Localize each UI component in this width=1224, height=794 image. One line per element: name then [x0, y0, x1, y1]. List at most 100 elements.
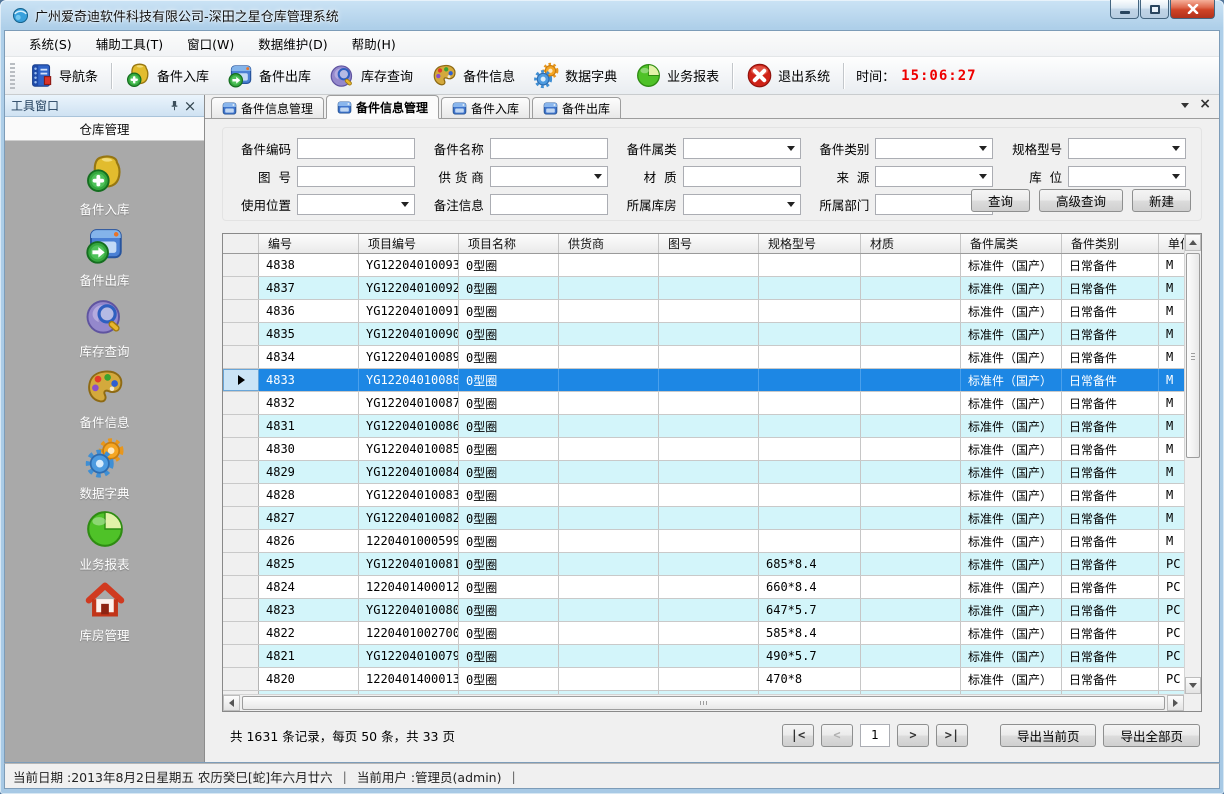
field-input[interactable]: [490, 194, 608, 215]
row-selector[interactable]: [223, 415, 259, 437]
column-header-1[interactable]: 项目编号: [359, 234, 459, 253]
table-row[interactable]: 4837YG122040100920型圈标准件（国产）日常备件M: [223, 277, 1184, 300]
menu-item-3[interactable]: 数据维护(D): [246, 30, 339, 57]
field-select[interactable]: [683, 194, 801, 215]
vertical-scrollbar[interactable]: [1184, 234, 1201, 694]
horizontal-scrollbar[interactable]: [223, 694, 1184, 711]
scroll-right-icon[interactable]: [1167, 695, 1184, 711]
sidebar-item-3[interactable]: 备件信息: [5, 366, 204, 437]
menu-item-4[interactable]: 帮助(H): [340, 30, 408, 57]
column-header-2[interactable]: 项目名称: [459, 234, 559, 253]
table-row[interactable]: 4836YG122040100910型圈标准件（国产）日常备件M: [223, 300, 1184, 323]
toolbar-button-0[interactable]: 导航条: [18, 58, 107, 93]
close-button[interactable]: [1170, 0, 1215, 19]
last-page-button[interactable]: >|: [936, 724, 968, 747]
table-row[interactable]: 4834YG122040100890型圈标准件（国产）日常备件M: [223, 346, 1184, 369]
table-row[interactable]: 482412204014000120型圈660*8.4标准件（国产）日常备件PC: [223, 576, 1184, 599]
scroll-down-icon[interactable]: [1185, 677, 1201, 694]
row-selector[interactable]: [223, 346, 259, 368]
column-header-3[interactable]: 供货商: [559, 234, 659, 253]
new-button[interactable]: 新建: [1132, 189, 1191, 212]
sidebar-item-6[interactable]: 库房管理: [5, 579, 204, 650]
table-row[interactable]: 4835YG122040100900型圈标准件（国产）日常备件M: [223, 323, 1184, 346]
row-selector[interactable]: [223, 530, 259, 552]
row-selector[interactable]: [223, 461, 259, 483]
row-selector[interactable]: [223, 507, 259, 529]
field-select[interactable]: [875, 166, 993, 187]
row-selector[interactable]: [223, 277, 259, 299]
scroll-left-icon[interactable]: [223, 695, 240, 711]
table-row[interactable]: 4830YG122040100850型圈标准件（国产）日常备件M: [223, 438, 1184, 461]
table-row[interactable]: 4833YG122040100880型圈标准件（国产）日常备件M: [223, 369, 1184, 392]
horizontal-scroll-thumb[interactable]: [242, 696, 1165, 710]
toolbar-button-3[interactable]: 库存查询: [320, 58, 422, 93]
menu-item-1[interactable]: 辅助工具(T): [84, 30, 175, 57]
tab-3[interactable]: 备件出库: [532, 97, 621, 118]
field-select[interactable]: [683, 138, 801, 159]
table-row[interactable]: 4832YG122040100870型圈标准件（国产）日常备件M: [223, 392, 1184, 415]
table-row[interactable]: 4831YG122040100860型圈标准件（国产）日常备件M: [223, 415, 1184, 438]
field-input[interactable]: [683, 166, 801, 187]
row-selector[interactable]: [223, 645, 259, 667]
table-row[interactable]: 482612204010005990型圈标准件（国产）日常备件M: [223, 530, 1184, 553]
tab-list-dropdown-icon[interactable]: [1181, 103, 1189, 108]
toolbar-button-7[interactable]: 退出系统: [737, 58, 839, 93]
column-header-8[interactable]: 备件类别: [1062, 234, 1159, 253]
field-select[interactable]: [1068, 166, 1186, 187]
query-button[interactable]: 查询: [971, 189, 1030, 212]
row-selector[interactable]: [223, 323, 259, 345]
prev-page-button[interactable]: <: [821, 724, 853, 747]
row-selector[interactable]: [223, 369, 259, 391]
toolbar-button-5[interactable]: 数据字典: [524, 58, 626, 93]
tab-0[interactable]: 备件信息管理: [211, 97, 324, 118]
row-selector[interactable]: [223, 484, 259, 506]
table-row[interactable]: 4827YG122040100820型圈标准件（国产）日常备件M: [223, 507, 1184, 530]
table-row[interactable]: 4838YG122040100930型圈标准件（国产）日常备件M: [223, 254, 1184, 277]
field-select[interactable]: [490, 166, 608, 187]
row-selector[interactable]: [223, 576, 259, 598]
minimize-button[interactable]: [1110, 0, 1139, 19]
table-row[interactable]: 4828YG122040100830型圈标准件（国产）日常备件M: [223, 484, 1184, 507]
scroll-up-icon[interactable]: [1185, 234, 1201, 251]
row-selector[interactable]: [223, 254, 259, 276]
pin-icon[interactable]: [166, 98, 182, 114]
table-row[interactable]: 4823YG122040100800型圈647*5.7标准件（国产）日常备件PC: [223, 599, 1184, 622]
next-page-button[interactable]: >: [897, 724, 929, 747]
toolbar-button-1[interactable]: 备件入库: [116, 58, 218, 93]
menu-item-0[interactable]: 系统(S): [17, 30, 84, 57]
export-current-page-button[interactable]: 导出当前页: [1000, 724, 1097, 747]
row-selector[interactable]: [223, 599, 259, 621]
row-selector[interactable]: [223, 300, 259, 322]
sidebar-item-5[interactable]: 业务报表: [5, 508, 204, 579]
row-selector[interactable]: [223, 622, 259, 644]
field-input[interactable]: [490, 138, 608, 159]
table-row[interactable]: 4821YG122040100790型圈490*5.7标准件（国产）日常备件PC: [223, 645, 1184, 668]
toolbar-button-4[interactable]: 备件信息: [422, 58, 524, 93]
maximize-button[interactable]: [1140, 0, 1169, 19]
tool-window-close-icon[interactable]: ×: [182, 98, 198, 114]
column-header-0[interactable]: 编号: [259, 234, 359, 253]
vertical-scroll-thumb[interactable]: [1186, 253, 1200, 458]
sidebar-item-1[interactable]: 备件出库: [5, 224, 204, 295]
tab-1[interactable]: 备件信息管理: [326, 95, 439, 119]
tab-2[interactable]: 备件入库: [441, 97, 530, 118]
export-all-pages-button[interactable]: 导出全部页: [1103, 724, 1200, 747]
tab-close-icon[interactable]: ×: [1199, 98, 1211, 110]
table-row[interactable]: 482012204014000130型圈470*8标准件（国产）日常备件PC: [223, 668, 1184, 691]
column-header-9[interactable]: 单位: [1159, 234, 1184, 253]
field-select[interactable]: [1068, 138, 1186, 159]
sidebar-item-0[interactable]: 备件入库: [5, 153, 204, 224]
table-row[interactable]: 482212204010027000型圈585*8.4标准件（国产）日常备件PC: [223, 622, 1184, 645]
row-selector[interactable]: [223, 438, 259, 460]
field-input[interactable]: [297, 166, 415, 187]
toolbar-button-2[interactable]: 备件出库: [218, 58, 320, 93]
row-selector[interactable]: [223, 392, 259, 414]
field-input[interactable]: [297, 138, 415, 159]
column-header-4[interactable]: 图号: [659, 234, 759, 253]
toolbar-button-6[interactable]: 业务报表: [626, 58, 728, 93]
row-selector[interactable]: [223, 668, 259, 690]
row-selector[interactable]: [223, 553, 259, 575]
table-row[interactable]: 4829YG122040100840型圈标准件（国产）日常备件M: [223, 461, 1184, 484]
advanced-query-button[interactable]: 高级查询: [1039, 189, 1123, 212]
first-page-button[interactable]: |<: [782, 724, 814, 747]
